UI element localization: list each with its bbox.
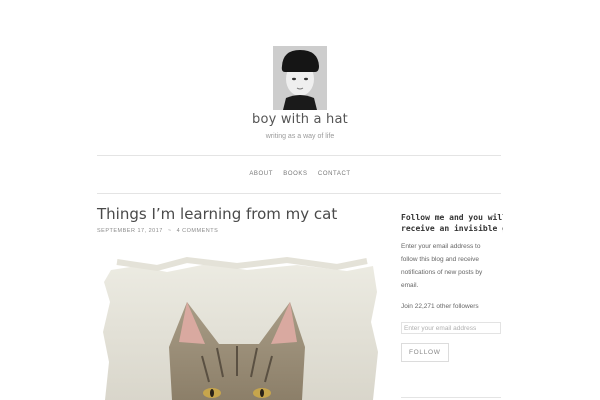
follow-description: Enter your email address to follow this … (401, 243, 483, 289)
post-date[interactable]: SEPTEMBER 17, 2017 (97, 228, 163, 234)
follow-title-line-2: receive an invisible g (401, 224, 503, 233)
author-avatar[interactable] (273, 46, 327, 110)
follow-title-line-1: Follow me and you will (401, 213, 503, 222)
nav-item-about[interactable]: ABOUT (249, 171, 273, 177)
author-photo (273, 46, 327, 110)
post-comments-link[interactable]: 4 COMMENTS (177, 228, 219, 234)
cat-photo (97, 252, 383, 400)
featured-image[interactable] (97, 252, 383, 400)
sidebar-divider (401, 397, 501, 398)
post-title[interactable]: Things I’m learning from my cat (97, 205, 337, 223)
main-nav: ABOUT BOOKS CONTACT (0, 171, 600, 177)
site-title[interactable]: boy with a hat (0, 112, 600, 127)
email-input[interactable] (401, 322, 501, 334)
nav-item-contact[interactable]: CONTACT (318, 171, 351, 177)
followers-count: Join 22,271 other followers (401, 303, 479, 310)
follow-widget-title: Follow me and you will receive an invisi… (401, 212, 503, 234)
nav-divider (97, 193, 501, 194)
post-meta: SEPTEMBER 17, 2017 ~4 COMMENTS (97, 228, 218, 234)
meta-separator: ~ (167, 228, 172, 234)
follow-button[interactable]: FOLLOW (401, 342, 449, 362)
nav-item-books[interactable]: BOOKS (283, 171, 307, 177)
header-divider (97, 155, 501, 156)
site-tagline: writing as a way of life (265, 133, 335, 140)
sidebar: Follow me and you will receive an invisi… (401, 212, 503, 362)
